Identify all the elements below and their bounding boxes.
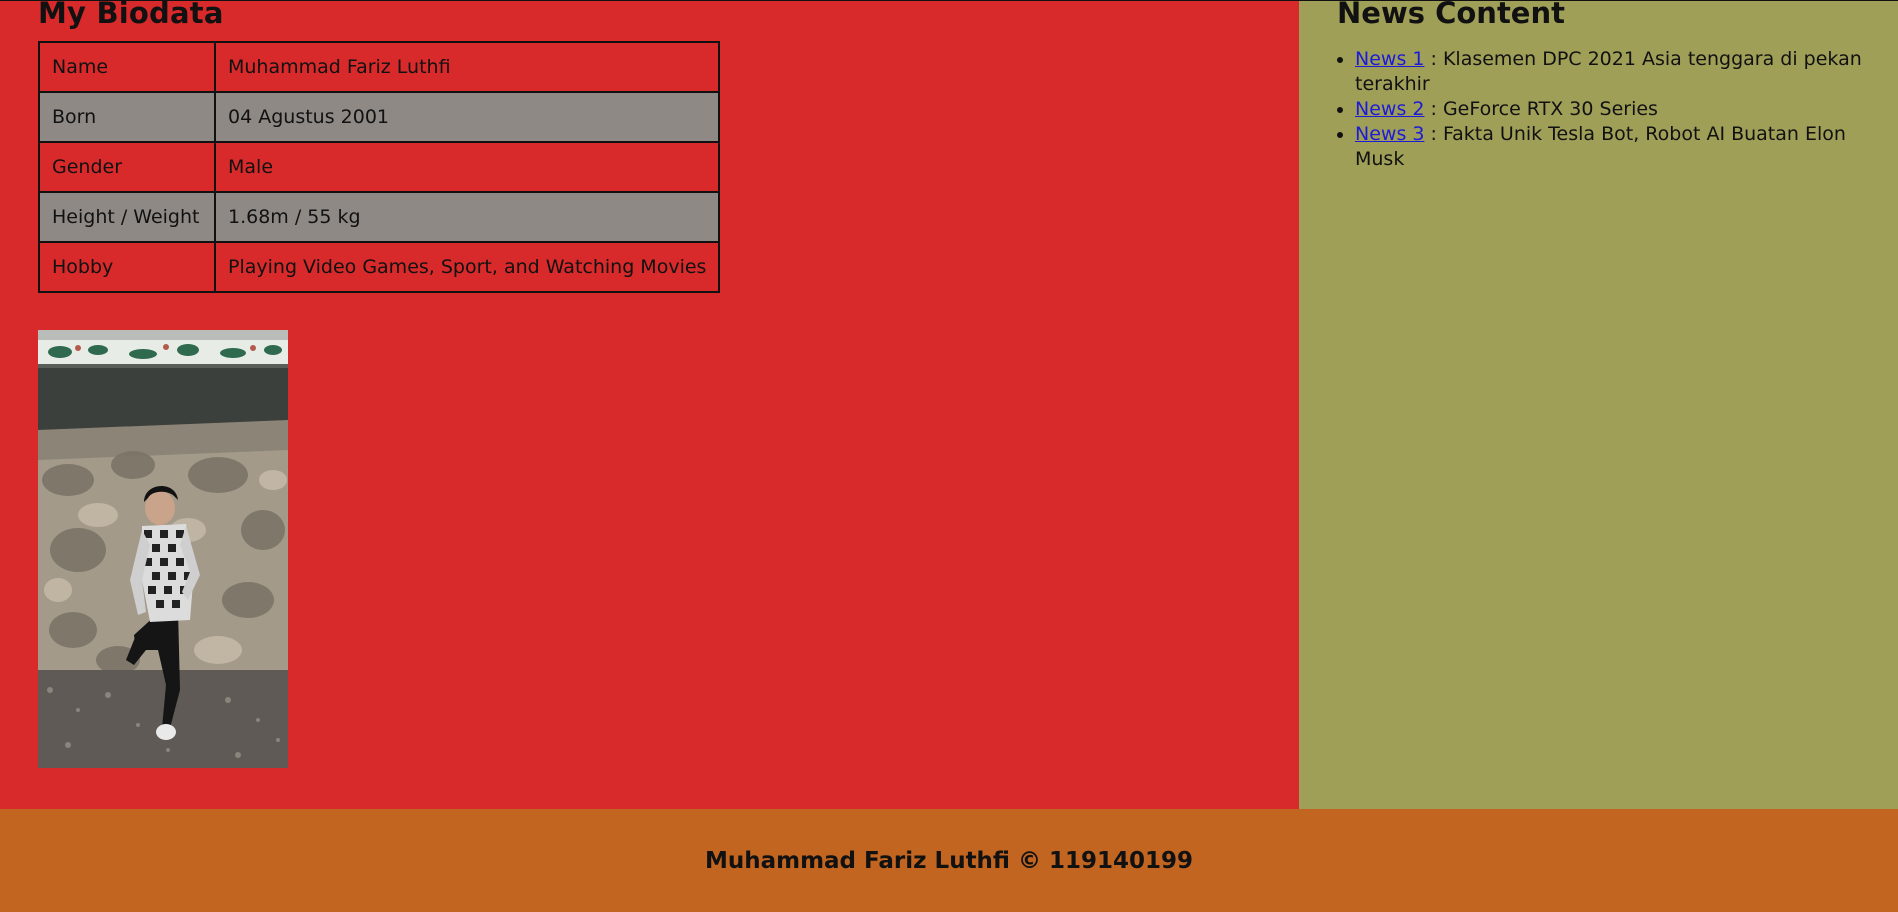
- table-row: Name Muhammad Fariz Luthfi: [38, 41, 721, 93]
- table-row: Gender Male: [38, 141, 721, 193]
- biodata-table: Name Muhammad Fariz Luthfi Born 04 Agust…: [38, 41, 721, 293]
- biodata-section: My Biodata Name Muhammad Fariz Luthfi Bo…: [0, 0, 1299, 809]
- news-link[interactable]: News 3: [1355, 123, 1424, 145]
- table-row: Hobby Playing Video Games, Sport, and Wa…: [38, 241, 721, 293]
- table-cell-value: Playing Video Games, Sport, and Watching…: [213, 241, 721, 293]
- news-link[interactable]: News 2: [1355, 98, 1424, 120]
- table-cell-value: Male: [213, 141, 721, 193]
- profile-photo: [38, 330, 288, 768]
- table-cell-value: Muhammad Fariz Luthfi: [213, 41, 721, 93]
- list-item: News 2 : GeForce RTX 30 Series: [1355, 97, 1895, 122]
- news-sidebar: News Content News 1 : Klasemen DPC 2021 …: [1299, 0, 1898, 809]
- table-row: Born 04 Agustus 2001: [38, 91, 721, 143]
- table-cell-label: Gender: [38, 141, 216, 193]
- table-cell-value: 1.68m / 55 kg: [213, 191, 721, 243]
- list-item: News 1 : Klasemen DPC 2021 Asia tenggara…: [1355, 47, 1895, 97]
- table-cell-label: Name: [38, 41, 216, 93]
- news-link[interactable]: News 1: [1355, 48, 1424, 70]
- news-text: : Klasemen DPC 2021 Asia tenggara di pek…: [1355, 48, 1862, 95]
- table-cell-label: Hobby: [38, 241, 216, 293]
- footer: Muhammad Fariz Luthfi © 119140199: [0, 809, 1898, 912]
- news-title: News Content: [1337, 0, 1565, 30]
- news-text: : Fakta Unik Tesla Bot, Robot AI Buatan …: [1355, 123, 1846, 170]
- footer-text: Muhammad Fariz Luthfi © 119140199: [704, 847, 1194, 874]
- news-list: News 1 : Klasemen DPC 2021 Asia tenggara…: [1317, 47, 1895, 172]
- news-text: : GeForce RTX 30 Series: [1424, 98, 1658, 120]
- table-cell-label: Height / Weight: [38, 191, 216, 243]
- biodata-title: My Biodata: [38, 0, 224, 30]
- table-row: Height / Weight 1.68m / 55 kg: [38, 191, 721, 243]
- table-cell-value: 04 Agustus 2001: [213, 91, 721, 143]
- table-cell-label: Born: [38, 91, 216, 143]
- list-item: News 3 : Fakta Unik Tesla Bot, Robot AI …: [1355, 122, 1895, 172]
